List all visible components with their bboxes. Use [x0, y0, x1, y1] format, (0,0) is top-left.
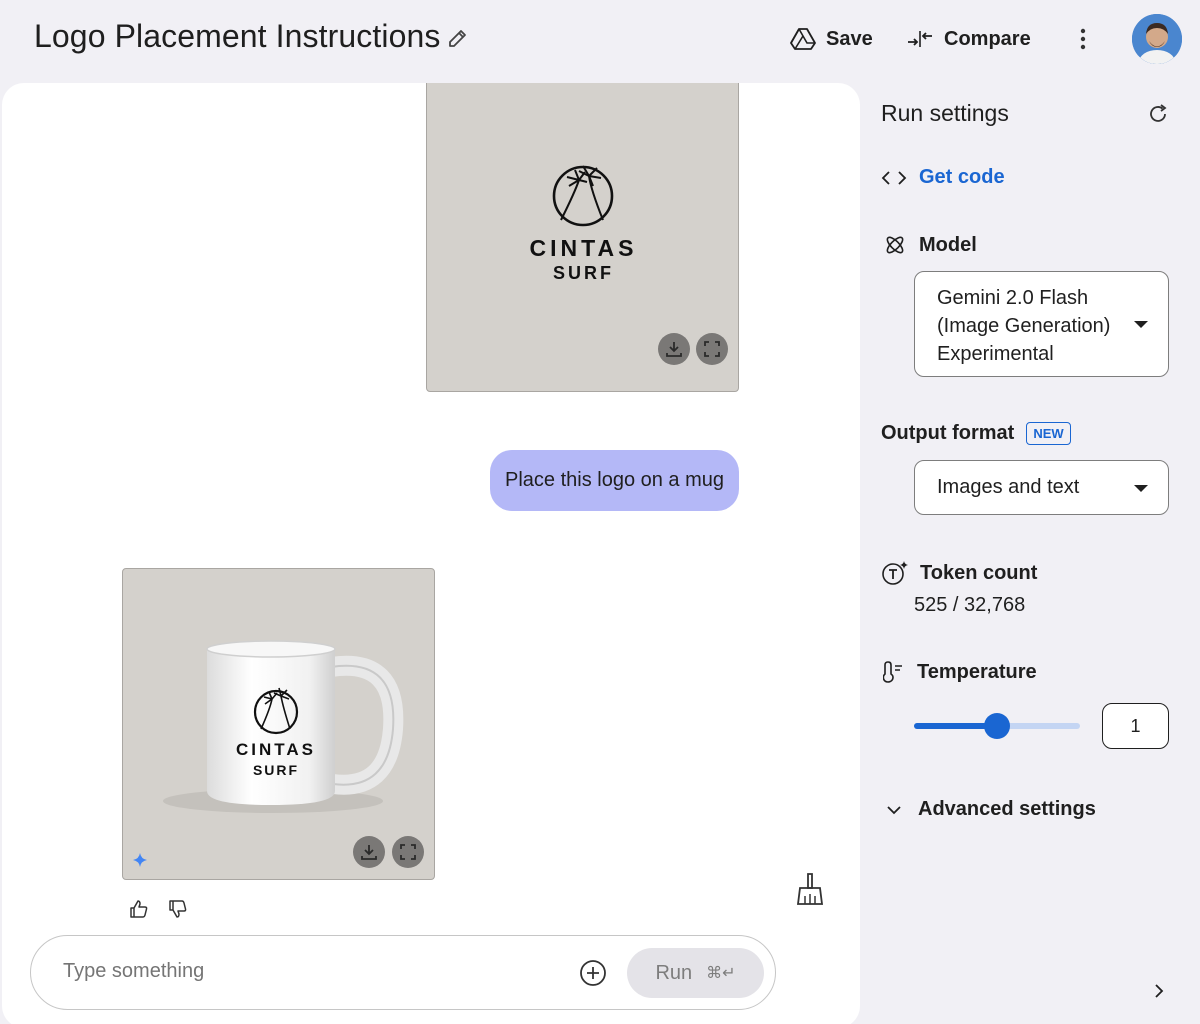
top-bar: Logo Placement Instructions Save Compare [0, 0, 1200, 80]
compare-label: Compare [944, 27, 1031, 50]
model-value-line: Gemini 2.0 Flash [937, 287, 1089, 309]
token-icon [881, 560, 908, 586]
fullscreen-icon[interactable] [696, 333, 728, 365]
run-button[interactable]: Run ⌘↵ [627, 948, 764, 998]
download-icon[interactable] [353, 836, 385, 868]
chevron-down-icon [1134, 485, 1148, 492]
run-settings-title: Run settings [881, 100, 1009, 126]
prompt-input[interactable] [63, 960, 543, 983]
model-section-label: Model [883, 233, 977, 257]
token-count-section-label: Token count [881, 560, 1037, 586]
chevron-down-icon [886, 805, 902, 815]
save-button[interactable]: Save [790, 22, 873, 56]
prompt-composer: Run ⌘↵ [30, 935, 776, 1010]
thermometer-icon [883, 660, 905, 684]
logo-text-sub: SURF [553, 263, 614, 283]
sparkle-icon [133, 853, 147, 872]
run-shortcut: ⌘↵ [706, 965, 736, 982]
output-format-label: Output format [881, 422, 1015, 444]
get-code-link[interactable]: Get code [881, 166, 1005, 189]
drive-icon [790, 27, 816, 51]
add-media-icon[interactable] [579, 959, 607, 987]
reset-settings-icon[interactable] [1146, 102, 1170, 126]
advanced-settings-toggle[interactable]: Advanced settings [886, 798, 1096, 821]
new-badge: NEW [1026, 422, 1071, 445]
compare-icon [906, 28, 934, 50]
output-format-select[interactable]: Images and text [914, 460, 1169, 515]
slider-thumb[interactable] [984, 713, 1010, 739]
page-title: Logo Placement Instructions [34, 18, 441, 54]
compare-button[interactable]: Compare [906, 22, 1031, 56]
edit-title-icon[interactable] [446, 26, 470, 50]
model-icon [883, 233, 907, 257]
uploaded-logo-image[interactable]: CINTAS SURF [426, 83, 739, 392]
advanced-settings-label: Advanced settings [918, 798, 1096, 820]
chat-panel: CINTAS SURF Place this logo on a mug CIN… [2, 83, 860, 1024]
save-label: Save [826, 27, 873, 50]
temperature-slider[interactable] [914, 713, 1080, 739]
clear-chat-icon[interactable] [795, 872, 825, 906]
model-value-line: Experimental [937, 343, 1054, 365]
run-label: Run [655, 961, 693, 984]
download-icon[interactable] [658, 333, 690, 365]
token-count-value: 525 / 32,768 [914, 594, 1026, 616]
temperature-input[interactable]: 1 [1102, 703, 1169, 749]
model-label: Model [919, 233, 977, 256]
model-value-line: (Image Generation) [937, 315, 1111, 337]
mug-logo-text-main: CINTAS [235, 740, 316, 759]
logo-text-main: CINTAS [529, 235, 638, 261]
more-options-icon[interactable] [1070, 26, 1096, 52]
chevron-down-icon [1134, 321, 1148, 328]
mug-logo-text-sub: SURF [252, 762, 300, 778]
code-icon [881, 169, 907, 187]
model-select[interactable]: Gemini 2.0 Flash (Image Generation) Expe… [914, 271, 1169, 377]
generated-mug-image[interactable]: CINTAS SURF [122, 568, 435, 880]
token-count-label: Token count [920, 561, 1038, 584]
output-format-section-label: Output format NEW [881, 422, 1071, 445]
mug-artwork [163, 640, 404, 813]
chevron-right-icon[interactable] [1150, 980, 1168, 1002]
avatar[interactable] [1132, 14, 1182, 64]
thumbs-up-icon[interactable] [128, 898, 150, 920]
user-message-bubble: Place this logo on a mug [490, 450, 739, 511]
output-format-value: Images and text [937, 476, 1080, 498]
thumbs-down-icon[interactable] [167, 898, 189, 920]
get-code-label: Get code [919, 166, 1005, 188]
temperature-section-label: Temperature [883, 660, 1037, 684]
fullscreen-icon[interactable] [392, 836, 424, 868]
temperature-label: Temperature [917, 660, 1037, 683]
